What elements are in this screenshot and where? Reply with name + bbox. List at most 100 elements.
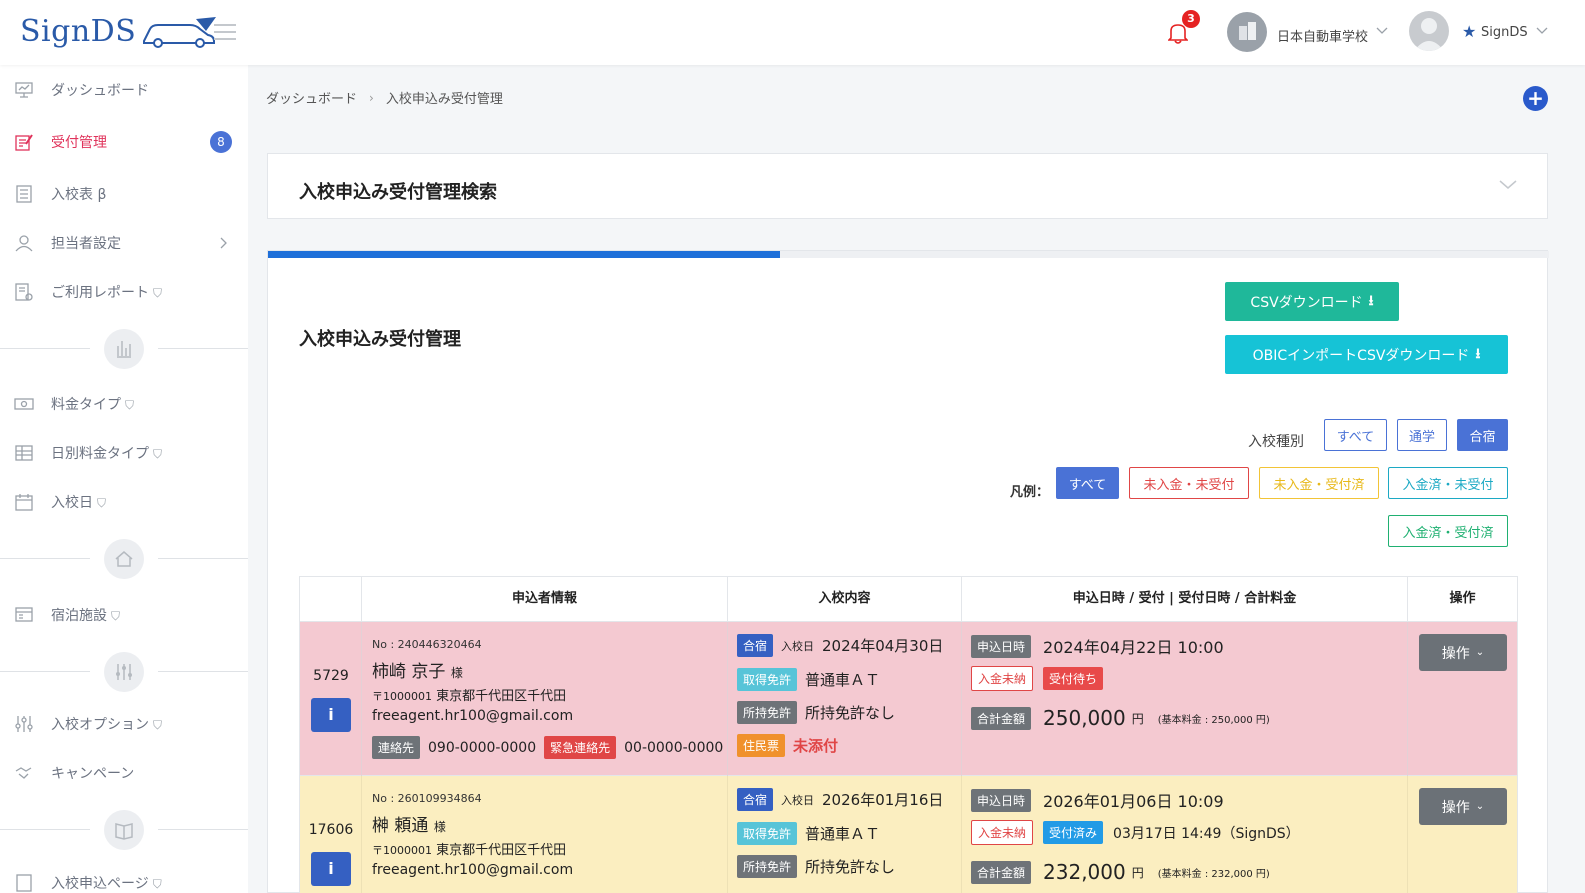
table-header: 申込者情報 入校内容 申込日時 / 受付 | 受付日時 / 合計料金 操作: [299, 576, 1518, 622]
license: 普通車ＡＴ: [805, 825, 881, 843]
section-divider: [0, 539, 248, 579]
add-button[interactable]: +: [1523, 86, 1548, 111]
sidebar-item-entry-page[interactable]: 入校申込ページ ⛉: [0, 863, 248, 893]
total-tag: 合計金額: [971, 860, 1032, 884]
button-label: 操作: [1441, 645, 1470, 662]
sidebar-item-usage-report[interactable]: ご利用レポート ⛉: [0, 272, 248, 312]
search-panel-title: 入校申込み受付管理検索: [299, 182, 497, 203]
user-name[interactable]: SignDS: [1481, 25, 1528, 40]
shield-icon: ⛉: [153, 718, 163, 732]
breadcrumb-home[interactable]: ダッシュボード: [266, 88, 357, 107]
school-building-icon[interactable]: [1227, 12, 1267, 52]
csv-download-button[interactable]: CSVダウンロード ⭳: [1225, 282, 1399, 321]
sidebar-item-label: 宿泊施設 ⛉: [51, 608, 121, 624]
license-tag: 取得免許: [737, 668, 798, 691]
shield-icon: ⛉: [125, 398, 135, 412]
row-id: 17606: [308, 822, 354, 838]
course-tag: 合宿: [737, 788, 774, 811]
sidebar-item-entry-date[interactable]: 入校日 ⛉: [0, 482, 248, 522]
school-name[interactable]: 日本自動車学校: [1277, 26, 1368, 45]
chevron-down-icon[interactable]: [1536, 27, 1548, 35]
table-row[interactable]: 17606 i No : 260109934864 榊 頼通 様 〒100000…: [299, 776, 1518, 893]
top-header: SignDS 3 日本自動車学校 ★ SignDS: [0, 0, 1585, 65]
address: 〒1000001 東京都千代田区千代田: [372, 689, 567, 704]
sidebar-item-enrollment-table[interactable]: 入校表 β: [0, 174, 248, 214]
email: freeagent.hr100@gmail.com: [372, 862, 574, 878]
calendar-icon: [15, 494, 33, 511]
address: 〒1000001 東京都千代田区千代田: [372, 843, 567, 858]
shield-icon: ⛉: [153, 286, 163, 300]
type-filter-all[interactable]: すべて: [1324, 419, 1387, 451]
held-license: 所持免許なし: [805, 704, 896, 722]
sidebar-item-label: 受付管理: [51, 135, 107, 151]
entry-date: 2026年01月16日: [822, 791, 944, 809]
sliders-icon: [104, 652, 144, 692]
search-panel[interactable]: 入校申込み受付管理検索: [267, 153, 1548, 219]
count-badge: 8: [210, 131, 232, 153]
sidebar-item-campaign[interactable]: キャンペーン: [0, 753, 248, 793]
phone: 090-0000-0000: [428, 739, 537, 756]
application-number: No : 240446320464: [372, 638, 482, 651]
sidebar-item-label: 料金タイプ ⛉: [51, 397, 135, 413]
obic-csv-download-button[interactable]: OBICインポートCSVダウンロード ⭳: [1225, 335, 1508, 374]
total-amount: 250,000: [1043, 706, 1126, 730]
sidebar-item-staff-settings[interactable]: 担当者設定: [0, 223, 248, 263]
held-license: 所持免許なし: [805, 858, 896, 876]
base-fee: (基本料金 : 250,000 円): [1157, 714, 1270, 726]
avatar[interactable]: [1409, 11, 1449, 51]
breadcrumb-current: 入校申込み受付管理: [385, 92, 503, 107]
sidebar-item-lodging[interactable]: 宿泊施設 ⛉: [0, 595, 248, 635]
sidebar-item-entry-options[interactable]: 入校オプション ⛉: [0, 704, 248, 744]
logo[interactable]: SignDS: [20, 14, 220, 49]
sidebar-item-reception[interactable]: 受付管理 8: [0, 122, 248, 162]
sidebar-item-label: ダッシュボード: [51, 83, 149, 99]
page-icon: [16, 874, 32, 892]
legend-filter-unpaid-unreceived[interactable]: 未入金・未受付: [1129, 467, 1249, 499]
sidebar-item-fee-type[interactable]: 料金タイプ ⛉: [0, 384, 248, 424]
total-amount: 232,000: [1043, 860, 1126, 884]
emergency-tag: 緊急連絡先: [544, 736, 617, 759]
handshake-icon: [15, 767, 32, 779]
total-tag: 合計金額: [971, 706, 1032, 730]
resident-status: 未添付: [793, 737, 839, 755]
money-icon: [14, 398, 34, 410]
apply-date-tag: 申込日時: [971, 634, 1032, 658]
chevron-down-icon[interactable]: [1499, 180, 1517, 190]
table-row[interactable]: 5729 i No : 240446320464 柿崎 京子 様 〒100000…: [299, 622, 1518, 776]
legend-filter-all[interactable]: すべて: [1056, 467, 1119, 499]
email: freeagent.hr100@gmail.com: [372, 708, 574, 724]
notification-badge: 3: [1182, 10, 1200, 28]
operation-dropdown-button[interactable]: 操作 ⌄: [1419, 634, 1507, 671]
shield-icon: ⛉: [153, 447, 163, 461]
sidebar-item-label: 日別料金タイプ ⛉: [51, 446, 163, 462]
sidebar-item-daily-fee-type[interactable]: 日別料金タイプ ⛉: [0, 433, 248, 473]
list-document-icon: [16, 185, 32, 203]
type-filter-commute[interactable]: 通学: [1397, 419, 1447, 451]
legend-filter-unpaid-received[interactable]: 未入金・受付済: [1259, 467, 1379, 499]
info-button[interactable]: i: [311, 852, 351, 886]
building-icon: [15, 607, 33, 622]
payment-status: 入金未納: [971, 666, 1034, 691]
column-header-id: [300, 577, 362, 621]
contact-tag: 連絡先: [372, 736, 421, 759]
legend-filter-paid-received[interactable]: 入金済・受付済: [1388, 515, 1508, 547]
type-filter-camp[interactable]: 合宿: [1457, 419, 1508, 451]
sliders-icon: [15, 716, 33, 732]
chevron-down-icon[interactable]: [1376, 27, 1388, 35]
home-icon: [104, 539, 144, 579]
menu-toggle-icon[interactable]: [214, 24, 236, 45]
sidebar-item-dashboard[interactable]: ダッシュボード: [0, 70, 248, 110]
legend-label: 凡例：: [1010, 485, 1050, 500]
legend-filter-paid-unreceived[interactable]: 入金済・未受付: [1388, 467, 1508, 499]
reception-status: 受付待ち: [1043, 667, 1104, 690]
held-license-tag: 所持免許: [737, 701, 798, 724]
section-divider: [0, 810, 248, 850]
download-icon: ⭳: [1475, 345, 1481, 362]
entry-date-label: 入校日: [781, 793, 815, 807]
info-button[interactable]: i: [311, 698, 351, 732]
shield-icon: ⛉: [111, 609, 121, 623]
button-label: CSVダウンロード: [1250, 294, 1363, 311]
table-icon: [15, 445, 33, 461]
operation-dropdown-button[interactable]: 操作 ⌄: [1419, 788, 1507, 825]
chart-icon: [104, 329, 144, 369]
